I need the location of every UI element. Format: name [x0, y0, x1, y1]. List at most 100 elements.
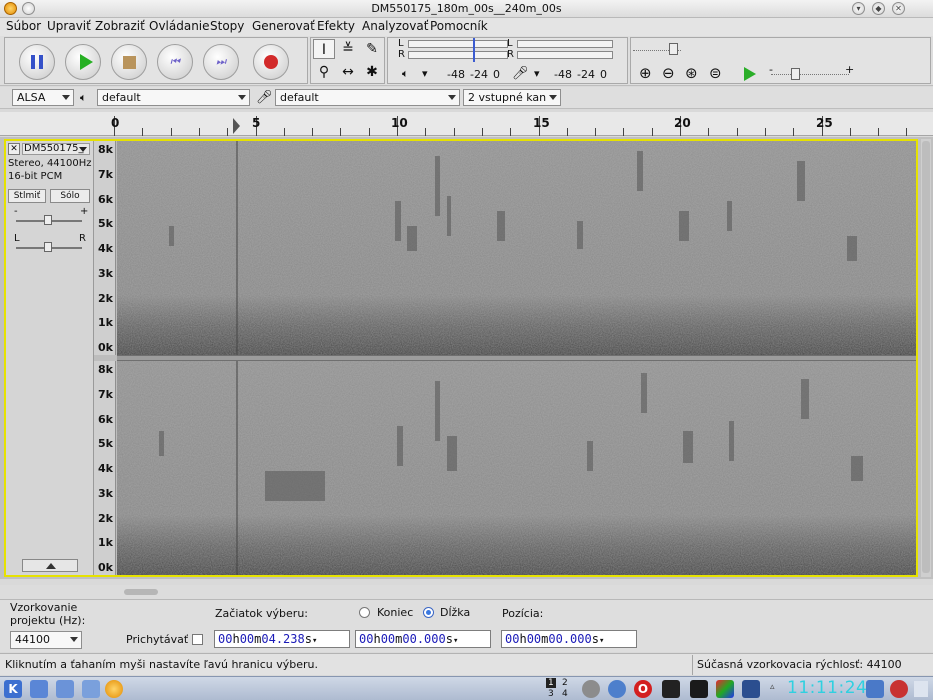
meter-toolbar: L R L R 🔈︎ ▾ -48 -24 0 🎤︎ ▾ -48 -24 0 [387, 37, 628, 84]
menu-file[interactable]: Súbor [6, 19, 41, 33]
audio-position-field[interactable]: 00h00m00.000s▾ [501, 630, 637, 648]
maximize-icon[interactable]: ◆ [872, 2, 885, 15]
time-shift-tool-icon[interactable]: ↔ [337, 62, 359, 82]
menu-effects[interactable]: Efekty [317, 19, 355, 33]
menu-transport[interactable]: Ovládanie [149, 19, 210, 33]
mute-button[interactable]: Stlmiť [8, 189, 46, 203]
multi-tool-icon[interactable]: ✱ [361, 62, 383, 82]
end-radio[interactable] [359, 607, 370, 618]
desktop-4[interactable]: 4 [562, 689, 568, 699]
speaker-icon[interactable]: 🔈︎ [402, 67, 409, 81]
rec-meter-menu-icon[interactable]: ▾ [534, 67, 540, 80]
volume-slider-knob[interactable] [669, 43, 678, 55]
fit-project-icon[interactable]: ⊜ [709, 64, 722, 82]
rec-meter-left-label: L [507, 38, 513, 49]
display-icon[interactable] [742, 680, 760, 698]
menu-edit[interactable]: Upraviť [47, 19, 91, 33]
playhead-marker[interactable] [233, 118, 240, 134]
clock[interactable]: 11:11:24 [787, 678, 867, 698]
pan-slider-knob[interactable] [44, 242, 52, 252]
spectrogram-right-channel[interactable] [117, 361, 916, 575]
vertical-scrollbar-thumb[interactable] [922, 141, 930, 573]
menu-analyze[interactable]: Analyzovať [362, 19, 428, 33]
speed-slider-knob[interactable] [791, 68, 800, 80]
play-meter-right-label: R [398, 49, 405, 60]
audio-host-select[interactable]: ALSA [12, 89, 74, 106]
draw-tool-icon[interactable]: ✎ [361, 39, 383, 59]
gain-plus-label: + [80, 206, 89, 217]
skip-to-start-button[interactable]: ⏮ [157, 44, 193, 80]
desktop-pager[interactable]: 1 2 3 4 [544, 678, 574, 700]
pause-button[interactable] [19, 44, 55, 80]
home-folder-icon[interactable] [30, 680, 48, 698]
minimize-icon[interactable]: ▾ [852, 2, 865, 15]
track-name-menu[interactable]: DM550175_ [22, 143, 90, 155]
selection-tool-icon[interactable]: I [313, 39, 335, 59]
opera-icon[interactable]: O [634, 680, 652, 698]
file-manager-icon[interactable] [56, 680, 74, 698]
gain-slider-knob[interactable] [44, 215, 52, 225]
close-icon[interactable]: ✕ [892, 2, 905, 15]
close-track-icon[interactable]: ✕ [8, 143, 20, 155]
horizontal-scrollbar[interactable] [0, 585, 933, 599]
mixer-icon[interactable] [690, 680, 708, 698]
play-meter-left [408, 40, 508, 48]
menu-generate[interactable]: Generovať [252, 19, 315, 33]
terminal-launcher-icon[interactable] [82, 680, 100, 698]
selection-toolbar: Vzorkovanie projektu (Hz): 44100 Prichyt… [0, 599, 933, 652]
desktop-3[interactable]: 3 [548, 689, 554, 699]
start-format-arrow-icon[interactable]: ▾ [312, 636, 317, 646]
zoom-out-icon[interactable]: ⊖ [662, 64, 675, 82]
desktop-2[interactable]: 2 [562, 678, 568, 688]
settings-gear-icon[interactable] [582, 680, 600, 698]
desktop-1[interactable]: 1 [546, 678, 556, 688]
input-device-select[interactable]: default [275, 89, 460, 106]
fit-selection-icon[interactable]: ⊛ [685, 64, 698, 82]
output-device-select[interactable]: default [97, 89, 250, 106]
console-icon[interactable] [662, 680, 680, 698]
play-at-speed-icon[interactable] [744, 67, 756, 81]
solo-button[interactable]: Sólo [50, 189, 90, 203]
selection-length-field[interactable]: 00h00m00.000s▾ [355, 630, 491, 648]
frequency-label: 2k [98, 292, 113, 305]
record-button[interactable] [253, 44, 289, 80]
rec-scale-48: -48 [554, 68, 572, 81]
kde-menu-icon[interactable]: K [4, 680, 22, 698]
menu-view[interactable]: Zobraziť [95, 19, 145, 33]
zoom-tool-icon[interactable]: ⚲ [313, 62, 335, 82]
length-radio[interactable] [423, 607, 434, 618]
menu-help[interactable]: Pomocník [430, 19, 488, 33]
skip-to-end-button[interactable]: ⏭ [203, 44, 239, 80]
timeline-ruler[interactable]: 0 5 10 15 20 25 [0, 112, 933, 136]
lock-screen-icon[interactable] [866, 680, 884, 698]
selection-start-field[interactable]: 00h00m04.238s▾ [214, 630, 350, 648]
ruler-label-20: 20 [674, 116, 691, 130]
position-format-arrow-icon[interactable]: ▾ [599, 636, 604, 646]
project-rate-select[interactable]: 44100 [10, 631, 82, 649]
microphone-icon[interactable]: 🎤︎ [512, 66, 529, 81]
stop-button[interactable] [111, 44, 147, 80]
length-format-arrow-icon[interactable]: ▾ [453, 636, 458, 646]
zoom-in-icon[interactable]: ⊕ [639, 64, 652, 82]
logout-icon[interactable] [890, 680, 908, 698]
spectrogram-left-channel[interactable] [117, 141, 916, 355]
collapse-track-button[interactable] [22, 559, 78, 572]
speed-slider-track[interactable] [771, 74, 849, 75]
taskbar: K 1 2 3 4 O ▵ 11:11:24 [0, 676, 933, 700]
graphics-app-icon[interactable] [716, 680, 734, 698]
input-channels-select[interactable]: 2 vstupné kan [463, 89, 561, 106]
horizontal-scrollbar-thumb[interactable] [124, 589, 158, 595]
tray-arrow-icon[interactable]: ▵ [770, 682, 775, 692]
audacity-task-icon[interactable] [105, 680, 123, 698]
menu-tracks[interactable]: Stopy [210, 19, 244, 33]
play-button[interactable] [65, 44, 101, 80]
status-divider [692, 655, 693, 675]
vertical-scrollbar[interactable] [921, 139, 931, 577]
snap-to-checkbox[interactable] [192, 634, 203, 645]
envelope-tool-icon[interactable]: ≚ [337, 39, 359, 59]
frequency-label: 1k [98, 536, 113, 549]
play-meter-menu-icon[interactable]: ▾ [422, 67, 428, 80]
rec-meter-left [517, 40, 613, 48]
edit-toolbar: ⊕ ⊖ ⊛ ⊜ - + [630, 37, 931, 84]
network-globe-icon[interactable] [608, 680, 626, 698]
